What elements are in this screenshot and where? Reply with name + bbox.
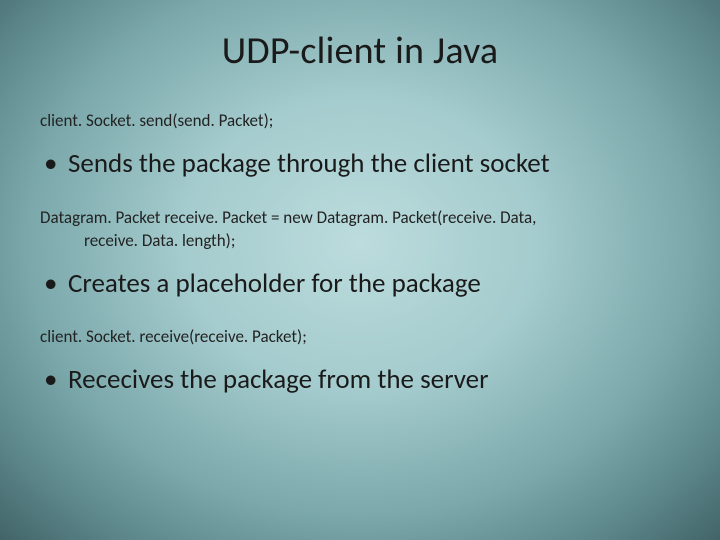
slide: UDP-client in Java client. Socket. send(… — [0, 0, 720, 540]
bullet-list-2: Creates a placeholder for the package — [40, 267, 680, 301]
code-indent-text: receive. Data. length); — [40, 230, 680, 253]
section-2: Datagram. Packet receive. Packet = new D… — [40, 207, 680, 301]
bullet-item: Sends the package through the client soc… — [40, 147, 680, 181]
code-line-2: Datagram. Packet receive. Packet = new D… — [40, 207, 680, 253]
bullet-item: Creates a placeholder for the package — [40, 267, 680, 301]
code-text: Datagram. Packet receive. Packet = new D… — [40, 207, 536, 228]
bullet-item: Rececives the package from the server — [40, 363, 680, 397]
slide-title: UDP-client in Java — [40, 28, 680, 74]
code-line-1: client. Socket. send(send. Packet); — [40, 110, 680, 133]
section-3: client. Socket. receive(receive. Packet)… — [40, 326, 680, 397]
bullet-list-1: Sends the package through the client soc… — [40, 147, 680, 181]
section-1: client. Socket. send(send. Packet); Send… — [40, 110, 680, 181]
bullet-list-3: Rececives the package from the server — [40, 363, 680, 397]
code-line-3: client. Socket. receive(receive. Packet)… — [40, 326, 680, 349]
